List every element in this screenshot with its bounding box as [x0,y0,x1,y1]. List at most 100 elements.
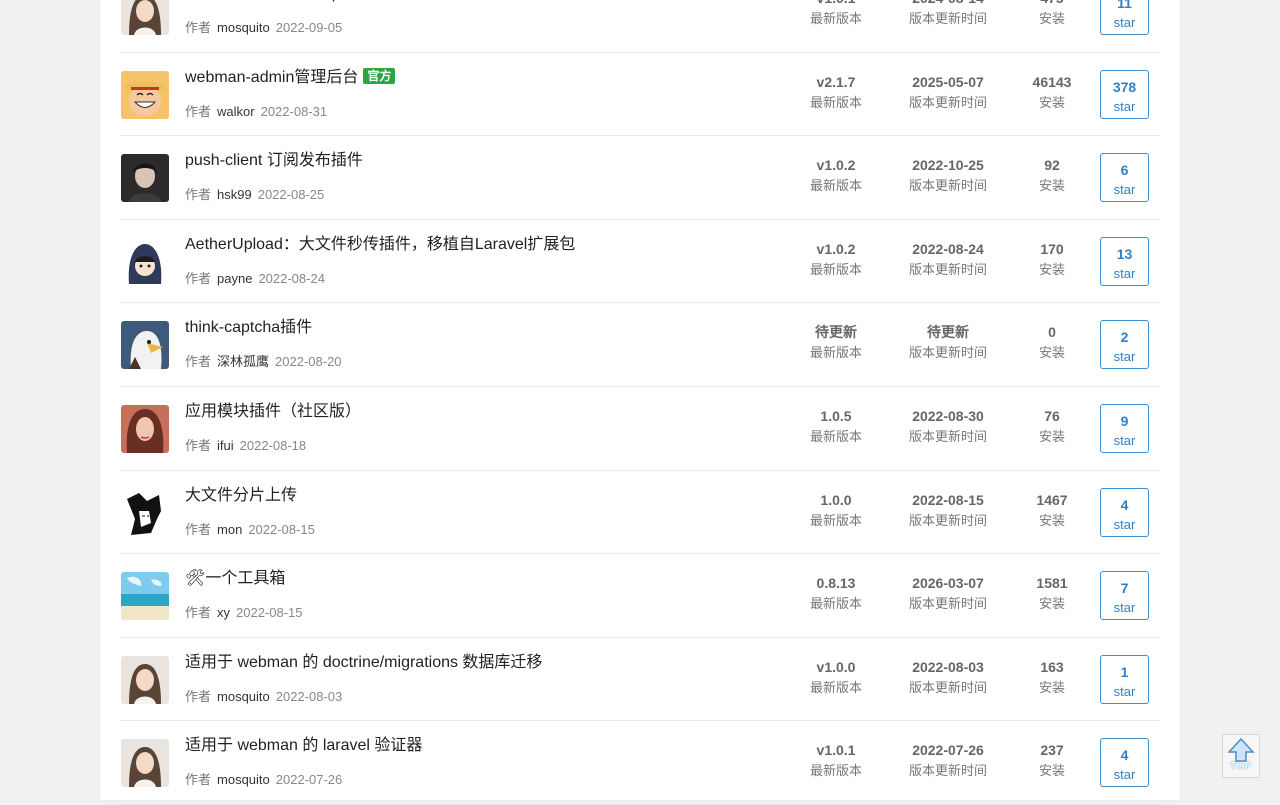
author-avatar[interactable] [121,0,169,35]
installs-stat: 475 安装 [992,0,1112,26]
version-stat: 1.0.5 最新版本 [776,408,896,444]
star-label: star [1113,432,1136,448]
author-label: 作者 [185,103,212,119]
author-link[interactable]: 深林孤鹰 [217,354,269,369]
star-button[interactable]: 4 star [1100,487,1149,537]
version-value: 1.0.0 [820,491,852,508]
installs-stat: 163 安装 [992,659,1112,695]
updated-value: 2022-08-30 [912,407,984,424]
author-link[interactable]: mosquito [217,689,270,704]
updated-label: 版本更新时间 [908,11,987,26]
plugin-title-link[interactable]: 适用于 webman 的 api签名 [185,0,376,3]
star-count: 9 [1120,412,1129,429]
plugin-row: 大文件分片上传 作者 mon 2022-08-15 1.0.0 最新版本 2022-… [121,471,1160,555]
author-label: 作者 [185,20,212,35]
author-avatar[interactable] [121,321,169,370]
installs-stat: 0 安装 [992,324,1112,360]
plugin-title-link[interactable]: 应用模块插件（社区版） [185,397,361,421]
installs-label: 安装 [1038,94,1065,110]
version-label: 最新版本 [809,11,862,26]
star-button[interactable]: 2 star [1100,320,1149,370]
author-label: 作者 [185,354,212,370]
avatar-woman-icon [121,404,169,453]
plugin-title-link[interactable]: push-client 订阅发布插件 [185,146,363,170]
author-avatar[interactable] [121,655,169,704]
version-stat: v1.0.1 最新版本 [776,0,896,26]
author-avatar[interactable] [121,70,169,119]
author-avatar[interactable] [121,572,169,621]
author-link[interactable]: ifui [217,438,234,453]
installs-stat: 237 安装 [992,742,1112,778]
plugin-title-link[interactable]: 🛠一个工具箱 [185,564,285,588]
author-avatar[interactable] [121,739,169,788]
installs-label: 安装 [1038,345,1065,361]
author-avatar[interactable] [121,488,169,537]
avatar-person-icon [121,154,169,203]
updated-value: 2022-10-25 [912,157,984,174]
plugin-title-link[interactable]: AetherUpload：大文件秒传插件，移植自Laravel扩展包 [185,230,575,254]
author-avatar[interactable] [121,404,169,453]
star-button[interactable]: 13 star [1100,236,1149,286]
avatar-eagle-icon [121,321,169,370]
author-link[interactable]: hsk99 [217,187,252,202]
back-to-top-button[interactable]: TOP [1222,734,1260,778]
author-link[interactable]: walkor [217,104,255,119]
star-button[interactable]: 7 star [1100,571,1149,621]
plugin-title-link[interactable]: think-captcha插件 [185,313,312,337]
star-count: 4 [1120,747,1129,764]
version-label: 最新版本 [809,679,862,695]
version-stat: v1.0.2 最新版本 [776,157,896,193]
installs-stat: 1581 安装 [992,575,1112,611]
version-value: v1.0.2 [816,240,856,257]
updated-value: 2025-05-07 [912,73,984,90]
updated-value: 2026-03-07 [912,575,984,592]
publish-date: 2022-08-31 [260,103,328,119]
publish-date: 2022-08-15 [248,521,315,537]
updated-value: 2022-08-24 [912,240,984,257]
publish-date: 2022-07-26 [275,772,343,788]
star-count: 6 [1120,162,1129,179]
plugin-title: think-captcha插件 [185,319,313,337]
star-count: 378 [1112,78,1137,95]
star-label: star [1113,600,1136,616]
publish-date: 2022-09-05 [275,20,343,35]
version-stat: v1.0.0 最新版本 [776,659,896,695]
star-button[interactable]: 1 star [1100,654,1149,704]
installs-label: 安装 [1038,178,1065,194]
publish-date: 2022-08-25 [257,187,325,203]
avatar-beach-icon [121,572,169,621]
plugin-title-link[interactable]: 大文件分片上传 [185,481,297,505]
author-avatar[interactable] [121,154,169,203]
plugin-meta: 作者 mosquito 2022-08-03 [185,686,342,705]
plugin-title-link[interactable]: 适用于 webman 的 laravel 验证器 [185,731,422,755]
updated-stat: 2022-08-30 版本更新时间 [888,408,1008,444]
star-button[interactable]: 9 star [1100,403,1149,453]
author-avatar[interactable] [121,237,169,286]
version-value: v2.1.7 [816,73,856,90]
author-link[interactable]: mosquito [217,772,270,787]
author-label: 作者 [185,270,212,286]
star-count: 11 [1117,0,1132,11]
plugin-title-link[interactable]: webman-admin管理后台 官方 [185,63,396,87]
avatar-sketch-icon [121,488,169,537]
star-button[interactable]: 11 star [1100,0,1149,35]
author-link[interactable]: mosquito [217,20,270,35]
installs-label: 安装 [1038,763,1065,779]
author-link[interactable]: xy [217,605,230,620]
plugin-meta: 作者 ifui 2022-08-18 [185,435,306,454]
star-button[interactable]: 4 star [1100,738,1149,788]
publish-date: 2022-08-03 [275,688,343,704]
plugin-list: 适用于 webman 的 api签名 作者mosquito2022-09-05 … [121,0,1160,805]
plugin-title-link[interactable]: 适用于 webman 的 doctrine/migrations 数据库迁移 [185,648,542,672]
star-button[interactable]: 6 star [1100,153,1149,203]
author-link[interactable]: payne [217,271,252,286]
version-label: 最新版本 [809,178,862,194]
plugin-row: think-captcha插件 作者 深林孤鹰 2022-08-20 待更新 最新版… [121,303,1160,387]
author-link[interactable]: mon [217,522,242,537]
star-button[interactable]: 378 star [1100,69,1149,119]
plugin-title: 适用于 webman 的 laravel 验证器 [185,737,423,755]
plugin-row: webman-admin管理后台 官方 作者 walkor 2022-08-31 v2… [121,53,1160,137]
updated-label: 版本更新时间 [908,345,987,361]
star-label: star [1113,683,1136,699]
updated-value: 2024-08-14 [888,0,1008,6]
